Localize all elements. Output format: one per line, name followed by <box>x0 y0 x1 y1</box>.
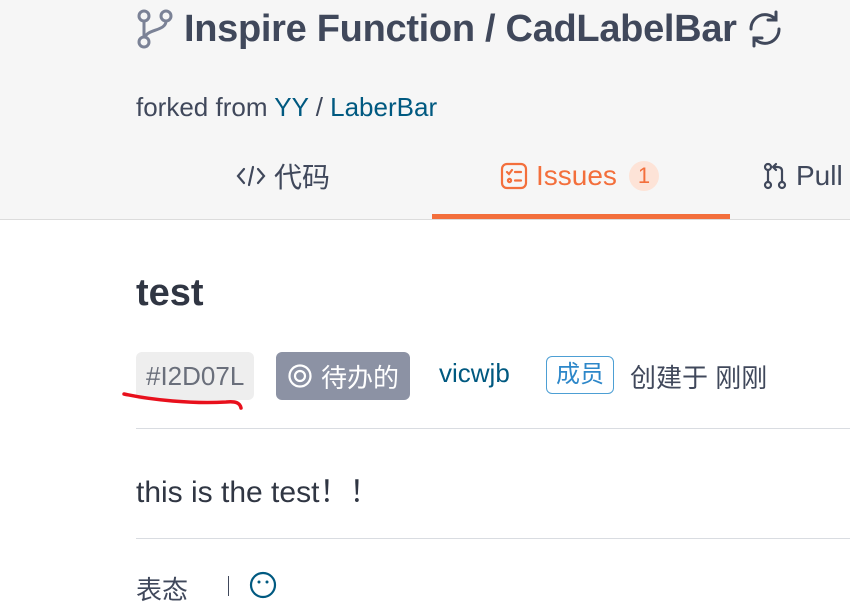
issue-state-badge[interactable]: 待办的 <box>276 352 411 400</box>
tab-issues[interactable]: Issues 1 <box>500 156 659 196</box>
repo-path-separator: / <box>474 7 506 50</box>
meta-divider <box>136 428 850 429</box>
sync-icon[interactable] <box>743 7 787 51</box>
tab-pull-label: Pull <box>796 160 843 191</box>
fork-icon <box>137 9 173 49</box>
code-icon <box>236 165 266 187</box>
tab-code[interactable]: 代码 <box>236 156 330 196</box>
target-icon <box>288 364 312 388</box>
reaction-label[interactable]: 表态 <box>136 575 188 605</box>
repo-header: Inspire Function / CadLabelBar forked fr… <box>0 0 850 220</box>
repo-name-link[interactable]: CadLabelBar <box>506 8 737 51</box>
forked-path-separator: / <box>308 92 331 122</box>
forked-repo-link[interactable]: LaberBar <box>330 92 437 122</box>
tab-pull-requests[interactable]: Pull <box>762 156 843 196</box>
issues-icon <box>500 162 528 190</box>
forked-from: forked from YY / LaberBar <box>136 92 437 123</box>
issue-author-link[interactable]: vicwjb <box>439 358 510 389</box>
issue-title: test <box>136 272 204 314</box>
red-underline-annotation <box>122 392 243 410</box>
repo-owner-link[interactable]: Inspire Function <box>184 8 475 51</box>
issue-created-time: 创建于 刚刚 <box>630 363 768 393</box>
pull-request-icon <box>763 162 787 190</box>
issue-body: this is the test！！ <box>136 476 380 509</box>
emoji-icon[interactable] <box>248 570 278 600</box>
author-role-badge: 成员 <box>546 356 614 394</box>
tab-code-label: 代码 <box>274 162 331 193</box>
forked-owner-link[interactable]: YY <box>274 92 308 122</box>
reaction-row: 表态 <box>136 570 277 605</box>
forked-from-label: forked from <box>136 92 275 122</box>
issue-state-label: 待办的 <box>321 362 400 393</box>
repo-title: Inspire Function / CadLabelBar <box>136 6 787 52</box>
reaction-separator <box>228 576 229 596</box>
tab-issues-label: Issues <box>536 160 617 191</box>
active-tab-indicator <box>432 214 730 219</box>
body-divider <box>136 538 850 539</box>
issues-count-badge: 1 <box>628 161 659 191</box>
